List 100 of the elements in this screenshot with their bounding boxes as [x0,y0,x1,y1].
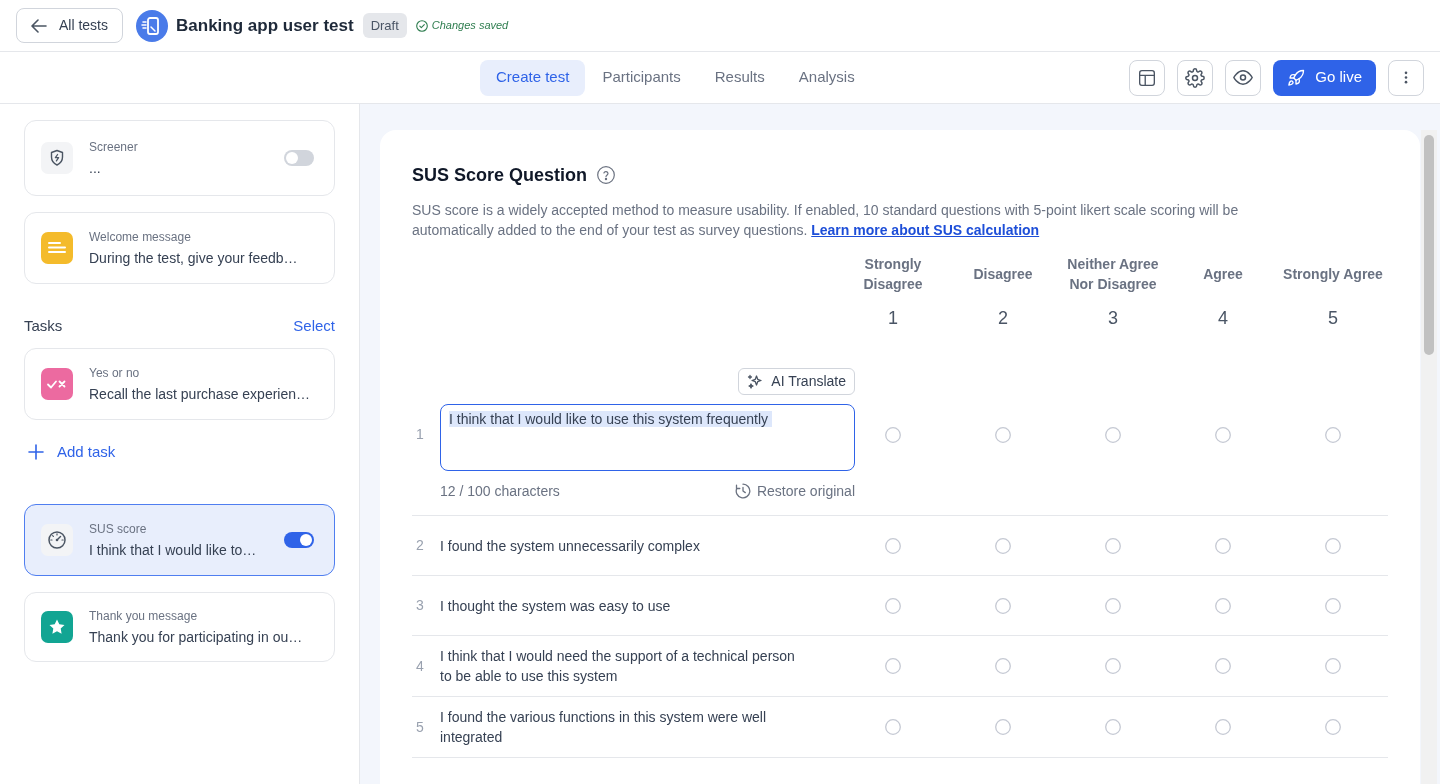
tab[interactable]: Participants [585,59,698,96]
scale-label: Strongly Disagree [862,255,924,294]
scale-number: 1 [888,306,898,330]
question-text: I thought the system was easy to use [440,596,672,616]
question-number: 2 [415,536,425,555]
radio-button[interactable] [1215,658,1231,674]
layout-button[interactable] [1129,59,1166,96]
card-label: Thank you message [89,607,199,624]
rocket-icon [1287,68,1306,87]
back-arrow-icon [31,18,47,33]
restore-original-button[interactable]: Restore original [734,481,855,501]
toggle-switch[interactable] [284,532,314,548]
sidebar-card[interactable]: Thank you message Thank you for participating in ou… [24,592,335,662]
radio-button[interactable] [1325,658,1341,674]
scale-label: Disagree [973,265,1033,284]
radio-button[interactable] [1215,426,1231,443]
tab[interactable]: Results [697,59,782,96]
shield-icon [41,142,73,174]
section-heading: Tasks [24,315,63,336]
radio-button[interactable] [885,426,901,443]
question-number: 4 [415,656,425,676]
radio-button[interactable] [1325,537,1341,554]
radio-button[interactable] [1325,426,1341,443]
back-button[interactable]: All tests [16,8,123,43]
character-count: 12 / 100 characters [440,482,560,501]
gauge-icon [41,524,73,556]
question-input[interactable]: I think that I would like to use this system frequently [440,404,855,471]
help-icon[interactable] [597,166,616,184]
card-label: SUS score [89,520,148,537]
radio-button[interactable] [1105,426,1121,443]
radio-button[interactable] [995,537,1011,554]
sparkle-icon [747,373,764,390]
check-cross-icon [41,368,73,400]
question-text: I think that I would need the support of a technical person to be able to use this system [440,647,796,686]
scale-number: 3 [1108,306,1118,330]
learn-more-link[interactable]: Learn more about SUS calculation [811,222,1040,238]
text-lines-icon [41,232,73,264]
question-number: 3 [415,596,425,615]
plus-icon [28,444,44,460]
scrollbar-thumb[interactable] [1424,135,1434,355]
scrollbar[interactable] [1421,130,1437,784]
scale-label: Neither Agree Nor Disagree [1066,255,1160,294]
card-text: I think that I would like to… [89,540,257,560]
test-title: Banking app user test [176,14,354,37]
radio-button[interactable] [885,537,901,554]
scale-label: Agree [1203,265,1243,284]
radio-button[interactable] [885,719,901,735]
radio-button[interactable] [885,597,901,614]
radio-button[interactable] [995,658,1011,674]
radio-button[interactable] [1215,537,1231,554]
save-status: Changes saved [431,18,509,34]
card-label: Screener [89,138,138,155]
add-task-button[interactable]: Add task [24,436,116,468]
check-circle-icon [415,19,428,32]
radio-button[interactable] [1105,719,1121,735]
card-label: Yes or no [89,364,141,381]
radio-button[interactable] [995,426,1011,443]
sus-description: SUS score is a widely accepted method to measure usability. If enabled, 10 standard questions with 5-point likert scale scoring will be automatically added to the end of your test as survey questions. Learn more about SUS calculation [412,201,1240,240]
sidebar-card[interactable]: Screener ... [24,120,335,196]
radio-button[interactable] [1325,719,1341,735]
scale-number: 5 [1328,306,1338,330]
settings-icon [1185,67,1206,88]
radio-button[interactable] [1105,537,1121,554]
settings-button[interactable] [1177,59,1214,96]
radio-button[interactable] [995,597,1011,614]
ai-translate-button[interactable]: AI Translate [738,368,855,395]
scale-label: Strongly Agree [1283,265,1383,284]
radio-button[interactable] [885,658,901,674]
question-text: I found the system unnecessarily complex [440,536,701,556]
tab[interactable]: Create test [480,59,586,96]
more-options-button[interactable] [1388,59,1424,96]
sidebar-card[interactable]: SUS score I think that I would like to… [24,504,335,576]
card-text: During the test, give your feedb… [89,248,298,268]
phone-icon [136,9,168,42]
radio-button[interactable] [1105,658,1121,674]
radio-button[interactable] [1215,597,1231,614]
radio-button[interactable] [1105,597,1121,614]
sidebar-card[interactable]: Welcome message During the test, give your feedb… [24,212,335,284]
status-badge: Draft [362,12,407,39]
select-link[interactable]: Select [293,314,335,338]
layout-icon [1139,69,1156,86]
radio-button[interactable] [1325,597,1341,614]
section-title: SUS Score Question [412,163,588,187]
eye-icon [1233,70,1254,85]
tab[interactable]: Analysis [781,59,872,96]
history-icon [734,483,751,499]
sidebar-card[interactable]: Yes or no Recall the last purchase experien… [24,348,335,420]
question-number: 1 [415,425,425,444]
card-text: ... [89,158,102,178]
radio-button[interactable] [1215,719,1231,735]
card-text: Thank you for participating in ou… [89,627,303,647]
toggle-switch[interactable] [284,150,314,166]
scale-number: 4 [1218,306,1228,330]
radio-button[interactable] [995,719,1011,735]
scale-number: 2 [998,306,1008,330]
question-number: 5 [415,717,425,737]
question-text: I found the various functions in this system were well integrated [440,708,768,747]
preview-button[interactable] [1225,59,1262,96]
go-live-button[interactable]: Go live [1273,59,1376,96]
card-text: Recall the last purchase experien… [89,384,310,404]
